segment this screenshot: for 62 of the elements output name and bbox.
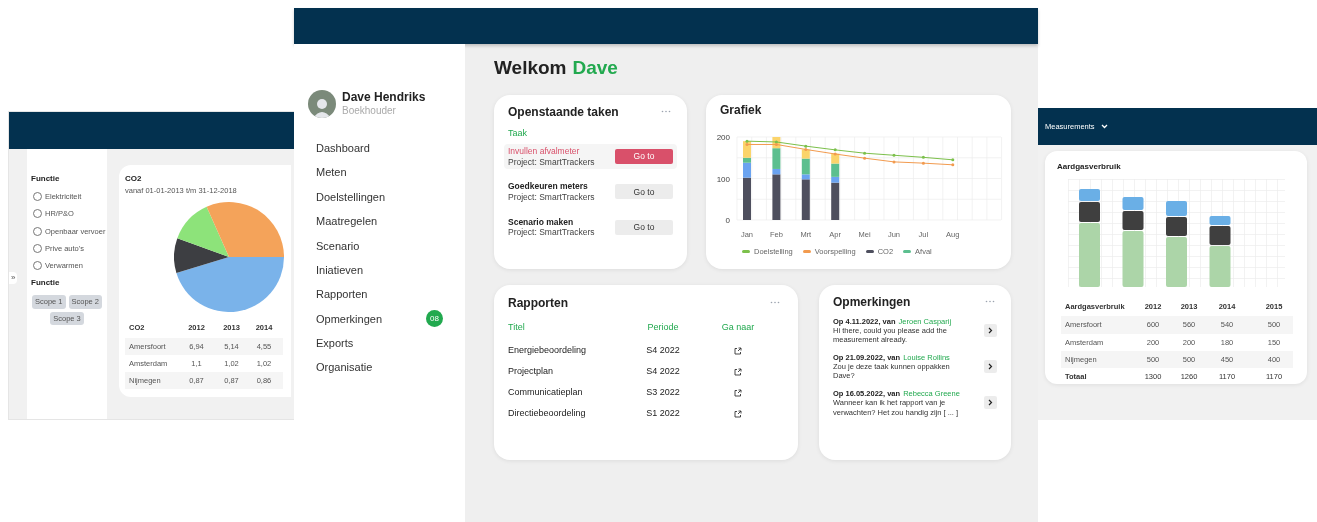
card-title: CO2 xyxy=(125,173,143,185)
filter-title: Functie xyxy=(31,277,61,290)
welcome-name: Dave xyxy=(572,56,618,80)
card-title: Grafiek xyxy=(719,101,763,119)
nav-item[interactable]: Exports xyxy=(316,335,354,352)
open-comment-button[interactable] xyxy=(984,324,997,338)
bar-segment xyxy=(831,153,840,164)
person-silhouette-icon xyxy=(312,96,332,118)
go-to-button[interactable]: Go to xyxy=(615,219,673,235)
welcome-heading: Welkom xyxy=(494,56,567,80)
report-title: Communicatieplan xyxy=(508,385,584,399)
nav-item[interactable]: Maatregelen xyxy=(316,213,378,230)
report-period: S4 2022 xyxy=(645,343,681,357)
user-name: Dave Hendriks xyxy=(342,90,426,106)
chevron-right-icon xyxy=(988,363,993,371)
filter-title: Functie xyxy=(31,173,61,185)
task-project: Project: SmartTrackers xyxy=(508,227,595,238)
task-name: Goedkeuren meters xyxy=(508,181,589,192)
nav-item[interactable]: Opmerkingen xyxy=(316,310,383,328)
nav-item[interactable]: Doelstellingen xyxy=(316,188,386,206)
count-badge: 08 xyxy=(426,310,443,328)
nav-item[interactable]: Rapporten xyxy=(316,286,368,303)
chevron-down-icon[interactable] xyxy=(1100,124,1108,129)
nav-item[interactable]: Meten xyxy=(316,164,347,181)
card-title: Opmerkingen xyxy=(833,293,911,311)
report-period: S4 2022 xyxy=(645,364,681,378)
task-name: Scenario maken xyxy=(508,216,575,228)
column-header: Taak xyxy=(507,126,528,140)
axis-tick-label: 100 xyxy=(716,174,730,183)
external-link-icon[interactable] xyxy=(734,367,742,376)
go-to-button[interactable]: Go to xyxy=(615,149,673,165)
task-name: Invullen afvalmeter xyxy=(508,146,581,157)
axis-tick-label: 200 xyxy=(716,132,730,142)
external-link-icon[interactable] xyxy=(734,409,742,418)
card-title: Openstaande taken xyxy=(508,103,619,121)
column-header: Titel xyxy=(508,320,526,334)
report-title: Energiebeoordeling xyxy=(508,343,588,357)
nav-item[interactable]: Dashboard xyxy=(316,139,370,157)
column-header: Periode xyxy=(646,320,680,334)
task-project: Project: SmartTrackers xyxy=(508,191,595,203)
external-link-icon[interactable] xyxy=(734,388,742,397)
task-project: Project: SmartTrackers xyxy=(508,156,595,168)
chevron-right-icon xyxy=(988,399,993,407)
nav-item[interactable]: Organisatie xyxy=(316,359,373,376)
expand-tab[interactable]: » xyxy=(9,272,18,284)
nav-item[interactable]: Iniatieven xyxy=(316,261,364,279)
report-title: Projectplan xyxy=(508,364,555,378)
card-title: Aardgasverbruik xyxy=(1057,161,1122,173)
external-link-icon[interactable] xyxy=(734,346,742,355)
go-to-button[interactable]: Go to xyxy=(615,184,673,200)
column-header: Ga naar xyxy=(720,320,756,334)
nav-item[interactable]: Scenario xyxy=(316,237,360,254)
report-period: S3 2022 xyxy=(645,385,681,399)
open-comment-button[interactable] xyxy=(984,396,997,410)
chevron-right-icon xyxy=(988,327,993,335)
report-title: Directiebeoordeling xyxy=(508,406,587,420)
bar-segment xyxy=(1166,201,1187,216)
user-role: Boekhouder xyxy=(342,105,397,118)
open-comment-button[interactable] xyxy=(984,360,997,374)
axis-tick-label: 0 xyxy=(725,215,730,225)
report-period: S1 2022 xyxy=(645,406,681,420)
card-title: Rapporten xyxy=(508,294,568,312)
